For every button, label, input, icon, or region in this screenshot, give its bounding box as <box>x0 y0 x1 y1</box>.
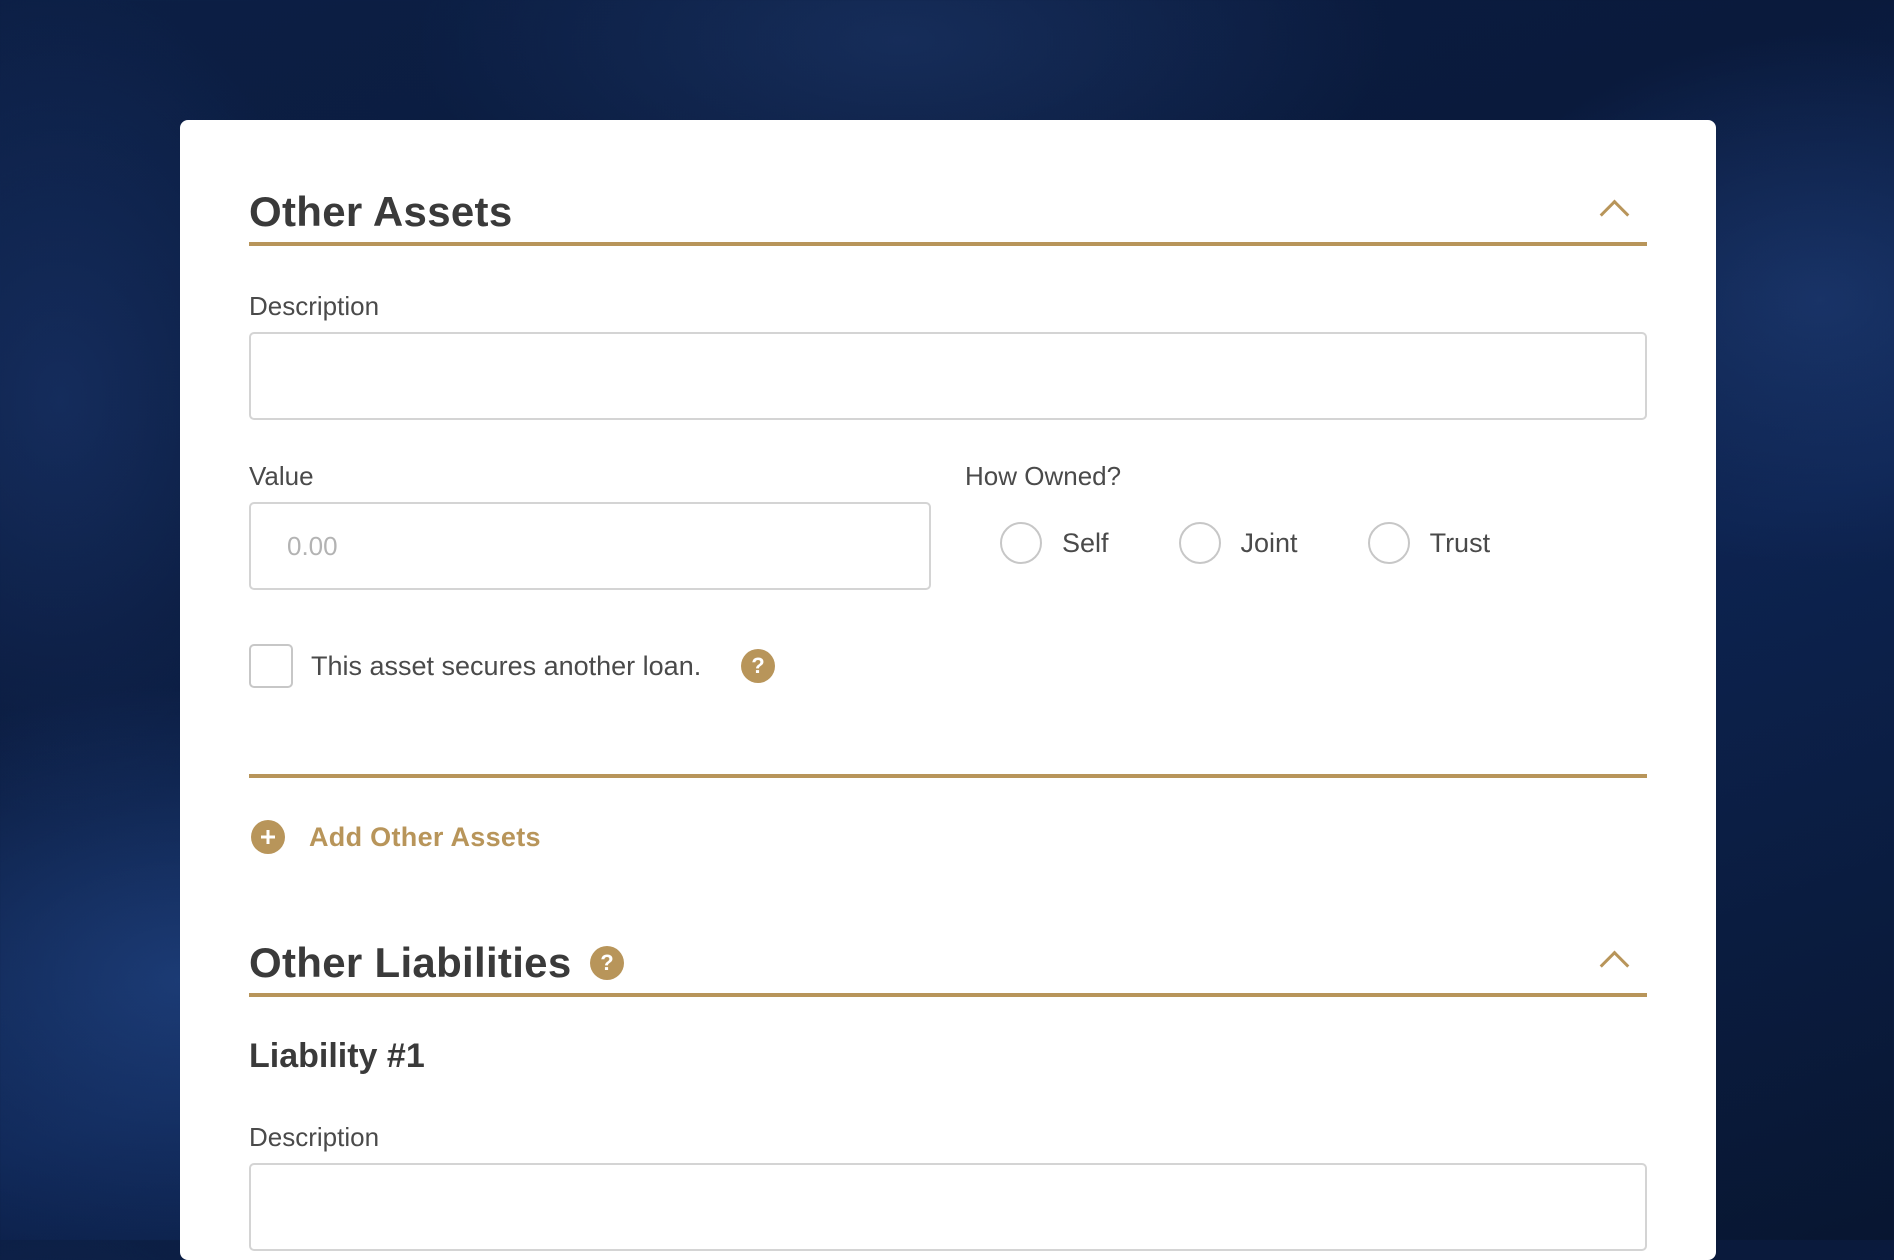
liability-item-title: Liability #1 <box>249 1037 425 1075</box>
value-input[interactable] <box>249 502 931 590</box>
radio-option-self[interactable]: Self <box>1000 522 1109 564</box>
radio-button-self[interactable] <box>1000 522 1042 564</box>
description-input[interactable] <box>249 332 1647 420</box>
question-mark-icon[interactable]: ? <box>741 649 775 683</box>
radio-label-trust: Trust <box>1429 527 1491 558</box>
section-divider <box>249 774 1647 778</box>
form-card: Other Assets Description Value How Owned… <box>180 120 1716 1260</box>
plus-circle-icon <box>251 820 285 854</box>
radio-label-joint: Joint <box>1240 527 1298 558</box>
how-owned-label: How Owned? <box>965 461 1122 491</box>
chevron-up-icon[interactable] <box>1599 950 1630 981</box>
add-other-assets-label: Add Other Assets <box>309 821 541 852</box>
liability-description-input[interactable] <box>249 1163 1647 1251</box>
liability-description-label: Description <box>249 1122 380 1152</box>
radio-option-joint[interactable]: Joint <box>1178 522 1298 564</box>
radio-button-joint[interactable] <box>1178 522 1221 564</box>
description-label: Description <box>249 291 380 321</box>
chevron-up-icon[interactable] <box>1599 199 1630 230</box>
value-label: Value <box>249 461 314 491</box>
other-assets-header: Other Assets <box>249 182 1647 246</box>
secures-loan-label: This asset secures another loan. <box>311 651 702 681</box>
radio-button-trust[interactable] <box>1367 522 1410 564</box>
secures-loan-checkbox[interactable] <box>249 644 293 688</box>
other-liabilities-title: Other Liabilities <box>249 939 572 986</box>
radio-option-trust[interactable]: Trust <box>1367 522 1491 564</box>
other-liabilities-header: Other Liabilities ? <box>249 933 1647 997</box>
how-owned-radio-group: Self Joint Trust <box>1000 518 1490 568</box>
question-mark-icon[interactable]: ? <box>590 946 624 980</box>
radio-label-self: Self <box>1062 527 1109 558</box>
other-assets-title: Other Assets <box>249 188 513 235</box>
add-other-assets-button[interactable]: Add Other Assets <box>251 817 541 857</box>
